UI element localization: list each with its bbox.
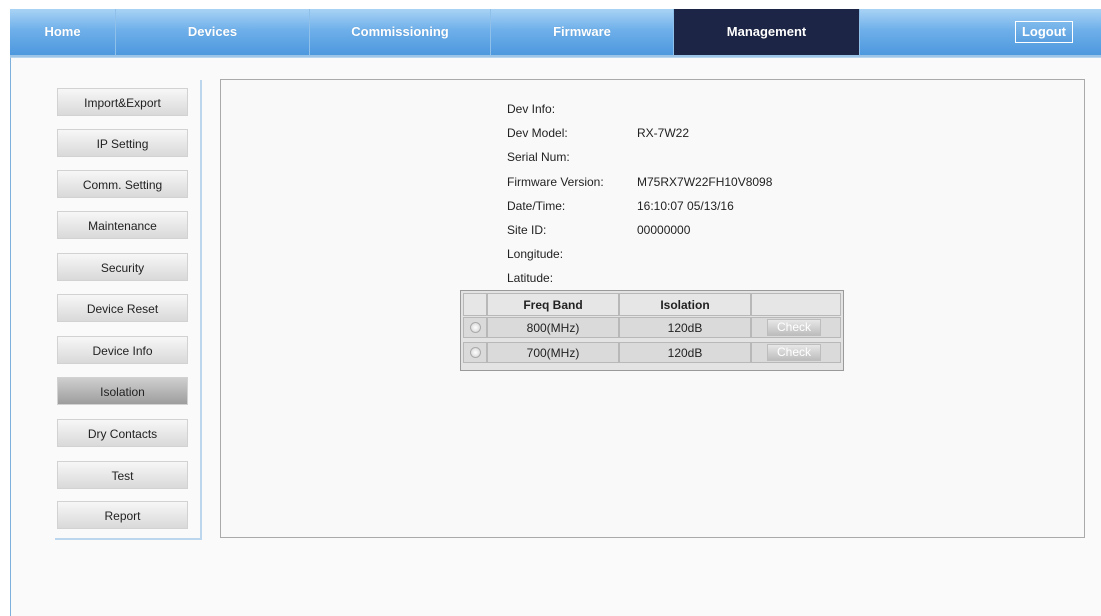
dev-model-value: RX-7W22 — [637, 126, 690, 140]
date-time-label: Date/Time: — [507, 199, 566, 213]
check-button[interactable]: Check — [767, 344, 821, 361]
firmware-version-value: M75RX7W22FH10V8098 — [637, 175, 773, 189]
sidebar-item-ip-setting[interactable]: IP Setting — [57, 129, 188, 157]
table-row-action-cell: Check — [751, 317, 841, 338]
table-row-select-cell — [463, 342, 487, 363]
site-id-label: Site ID: — [507, 223, 547, 237]
header-isolation: Isolation — [619, 293, 751, 316]
dev-info-title: Dev Info: — [507, 102, 556, 116]
sidebar-item-import-export[interactable]: Import&Export — [57, 88, 188, 116]
firmware-version-label: Firmware Version: — [507, 175, 604, 189]
tab-firmware[interactable]: Firmware — [491, 9, 674, 55]
isolation-table: Freq Band Isolation 800(MHz) 120dB Check… — [460, 290, 844, 371]
sidebar-item-security[interactable]: Security — [57, 253, 188, 281]
row-radio-button[interactable] — [470, 322, 481, 333]
longitude-label: Longitude: — [507, 247, 564, 261]
table-row-select-cell — [463, 317, 487, 338]
isolation-cell: 120dB — [619, 342, 751, 363]
tab-commissioning[interactable]: Commissioning — [310, 9, 491, 55]
top-navigation: Home Devices Commissioning Firmware Mana… — [10, 9, 1101, 57]
serial-num-label: Serial Num: — [507, 150, 570, 164]
row-radio-button[interactable] — [470, 347, 481, 358]
sidebar-item-maintenance[interactable]: Maintenance — [57, 211, 188, 239]
tab-devices[interactable]: Devices — [116, 9, 310, 55]
header-select-cell — [463, 293, 487, 316]
header-action-cell — [751, 293, 841, 316]
tab-home[interactable]: Home — [10, 9, 116, 55]
sidebar-item-device-reset[interactable]: Device Reset — [57, 294, 188, 322]
sidebar-item-isolation[interactable]: Isolation — [57, 377, 188, 405]
sidebar-item-device-info[interactable]: Device Info — [57, 336, 188, 364]
logout-button[interactable]: Logout — [1015, 21, 1073, 43]
dev-model-label: Dev Model: — [507, 126, 568, 140]
tab-management[interactable]: Management — [674, 9, 860, 55]
check-button[interactable]: Check — [767, 319, 821, 336]
isolation-cell: 120dB — [619, 317, 751, 338]
freq-band-cell: 800(MHz) — [487, 317, 619, 338]
sidebar-item-test[interactable]: Test — [57, 461, 188, 489]
sidebar-item-report[interactable]: Report — [57, 501, 188, 529]
date-time-value: 16:10:07 05/13/16 — [637, 199, 734, 213]
table-row-action-cell: Check — [751, 342, 841, 363]
sidebar: Import&Export IP Setting Comm. Setting M… — [55, 80, 202, 540]
sidebar-item-dry-contacts[interactable]: Dry Contacts — [57, 419, 188, 447]
site-id-value: 00000000 — [637, 223, 691, 237]
latitude-label: Latitude: — [507, 271, 554, 285]
sidebar-item-comm-setting[interactable]: Comm. Setting — [57, 170, 188, 198]
header-freq-band: Freq Band — [487, 293, 619, 316]
freq-band-cell: 700(MHz) — [487, 342, 619, 363]
